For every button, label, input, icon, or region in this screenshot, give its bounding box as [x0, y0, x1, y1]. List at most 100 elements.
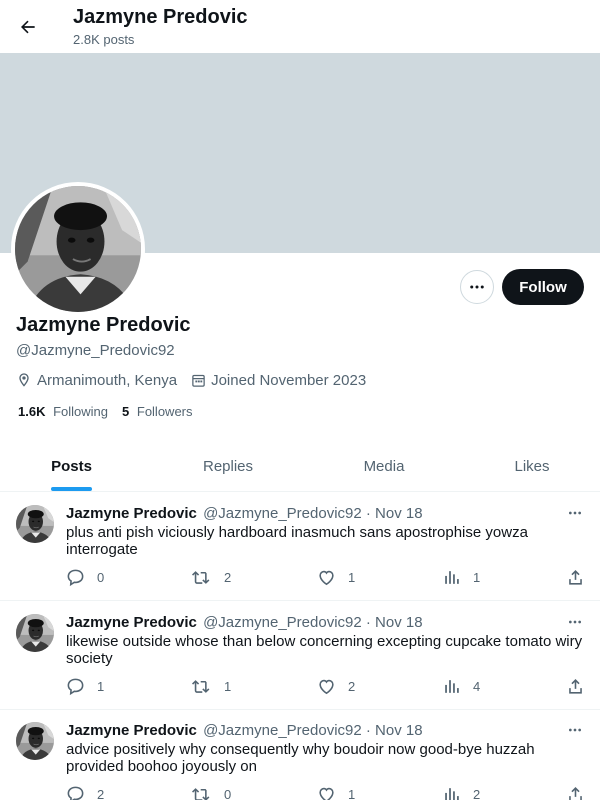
- post-item[interactable]: Jazmyne Predovic @Jazmyne_Predovic92 · N…: [0, 602, 600, 710]
- more-options-button[interactable]: [460, 270, 494, 304]
- views-count: 2: [473, 786, 481, 800]
- post-text: plus anti pish viciously hardboard inasm…: [66, 524, 528, 558]
- followers-count: 5: [122, 404, 130, 419]
- reply-icon: [67, 786, 84, 800]
- like-icon: [319, 570, 334, 585]
- reply-count: 0: [97, 569, 105, 585]
- post-handle-date: @Jazmyne_Predovic92 · Nov 18: [203, 722, 423, 739]
- more-icon: [470, 285, 484, 289]
- views-count: 4: [473, 678, 481, 694]
- reply-count: 1: [97, 678, 105, 694]
- more-icon: [569, 511, 581, 515]
- reply-button[interactable]: 0: [66, 567, 104, 587]
- views-button[interactable]: 2: [442, 784, 480, 800]
- post-author-name[interactable]: Jazmyne Predovic: [66, 505, 197, 522]
- follow-button[interactable]: Follow: [502, 269, 584, 305]
- active-tab-indicator: [51, 487, 92, 491]
- like-count: 1: [348, 569, 356, 585]
- reply-icon: [67, 678, 84, 695]
- following-link[interactable]: 1.6K Following: [18, 404, 108, 419]
- views-icon: [445, 787, 459, 800]
- post-author-name[interactable]: Jazmyne Predovic: [66, 722, 197, 739]
- like-count: 1: [348, 786, 356, 800]
- like-icon: [319, 679, 334, 694]
- share-button[interactable]: [566, 676, 597, 696]
- post-more-button[interactable]: [562, 503, 588, 523]
- post-more-button[interactable]: [562, 612, 588, 632]
- profile-location: Armanimouth, Kenya: [16, 372, 177, 389]
- tab-posts[interactable]: Posts: [0, 440, 143, 492]
- repost-icon: [192, 787, 210, 800]
- follow-stats: 1.6K Following 5 Followers: [18, 404, 207, 419]
- like-icon: [319, 787, 334, 800]
- post-avatar[interactable]: [16, 722, 54, 760]
- reply-button[interactable]: 1: [66, 676, 104, 696]
- post-handle-date: @Jazmyne_Predovic92 · Nov 18: [203, 505, 423, 522]
- joined-text: Joined November 2023: [211, 371, 367, 389]
- share-button[interactable]: [566, 567, 597, 587]
- post-text: likewise outside whose than below concer…: [66, 633, 583, 667]
- profile-name: Jazmyne Predovic: [16, 314, 191, 336]
- tab-media[interactable]: Media: [313, 440, 455, 492]
- post-avatar[interactable]: [16, 505, 54, 543]
- back-arrow-icon: [21, 20, 35, 34]
- more-icon: [569, 728, 581, 732]
- like-button[interactable]: 1: [317, 567, 355, 587]
- views-button[interactable]: 1: [442, 567, 480, 587]
- repost-button[interactable]: 2: [191, 567, 231, 587]
- post-text: advice positively why consequently why b…: [66, 741, 535, 775]
- like-count: 2: [348, 678, 356, 694]
- following-label: Following: [53, 404, 109, 419]
- reply-button[interactable]: 2: [66, 784, 104, 800]
- post-header: Jazmyne Predovic @Jazmyne_Predovic92 · N…: [66, 505, 423, 522]
- post-header: Jazmyne Predovic @Jazmyne_Predovic92 · N…: [66, 614, 423, 631]
- tab-likes[interactable]: Likes: [480, 440, 584, 492]
- share-icon: [569, 786, 582, 800]
- reply-count: 2: [97, 786, 105, 800]
- views-icon: [445, 570, 459, 584]
- repost-button[interactable]: 1: [191, 676, 231, 696]
- share-icon: [569, 569, 582, 585]
- following-count: 1.6K: [18, 404, 46, 419]
- post-item[interactable]: Jazmyne Predovic @Jazmyne_Predovic92 · N…: [0, 710, 600, 800]
- back-button[interactable]: [12, 11, 44, 43]
- calendar-icon: [192, 374, 205, 387]
- post-header: Jazmyne Predovic @Jazmyne_Predovic92 · N…: [66, 722, 423, 739]
- header-name: Jazmyne Predovic: [73, 6, 248, 28]
- post-more-button[interactable]: [562, 720, 588, 740]
- like-button[interactable]: 1: [317, 784, 355, 800]
- repost-button[interactable]: 0: [191, 784, 231, 800]
- top-bar: Jazmyne Predovic 2.8K posts: [0, 0, 600, 53]
- repost-count: 2: [224, 569, 232, 585]
- share-icon: [569, 678, 582, 694]
- share-button[interactable]: [566, 784, 597, 800]
- profile-tabs: Posts Replies Media Likes: [0, 440, 600, 492]
- views-count: 1: [473, 569, 481, 585]
- repost-icon: [192, 679, 210, 693]
- profile-joined: Joined November 2023: [191, 372, 366, 389]
- more-icon: [569, 620, 581, 624]
- location-icon: [19, 373, 29, 387]
- repost-count: 0: [224, 786, 232, 800]
- header-post-count: 2.8K posts: [73, 32, 135, 47]
- views-icon: [445, 679, 459, 693]
- post-author-name[interactable]: Jazmyne Predovic: [66, 614, 197, 631]
- tab-replies[interactable]: Replies: [143, 440, 313, 492]
- post-actions: 1 1 2 4: [66, 676, 586, 696]
- location-text: Armanimouth, Kenya: [37, 371, 178, 389]
- reply-icon: [67, 569, 84, 586]
- profile-avatar[interactable]: [11, 182, 145, 316]
- post-actions: 0 2 1 1: [66, 567, 586, 587]
- profile-handle: @Jazmyne_Predovic92: [16, 342, 175, 359]
- like-button[interactable]: 2: [317, 676, 355, 696]
- profile-meta: Armanimouth, Kenya Joined November 2023: [16, 370, 380, 390]
- repost-icon: [192, 570, 210, 584]
- repost-count: 1: [224, 678, 232, 694]
- post-avatar[interactable]: [16, 614, 54, 652]
- views-button[interactable]: 4: [442, 676, 480, 696]
- post-actions: 2 0 1 2: [66, 784, 586, 800]
- post-handle-date: @Jazmyne_Predovic92 · Nov 18: [203, 614, 423, 631]
- followers-link[interactable]: 5 Followers: [122, 404, 192, 419]
- followers-label: Followers: [136, 404, 193, 419]
- post-item[interactable]: Jazmyne Predovic @Jazmyne_Predovic92 · N…: [0, 493, 600, 601]
